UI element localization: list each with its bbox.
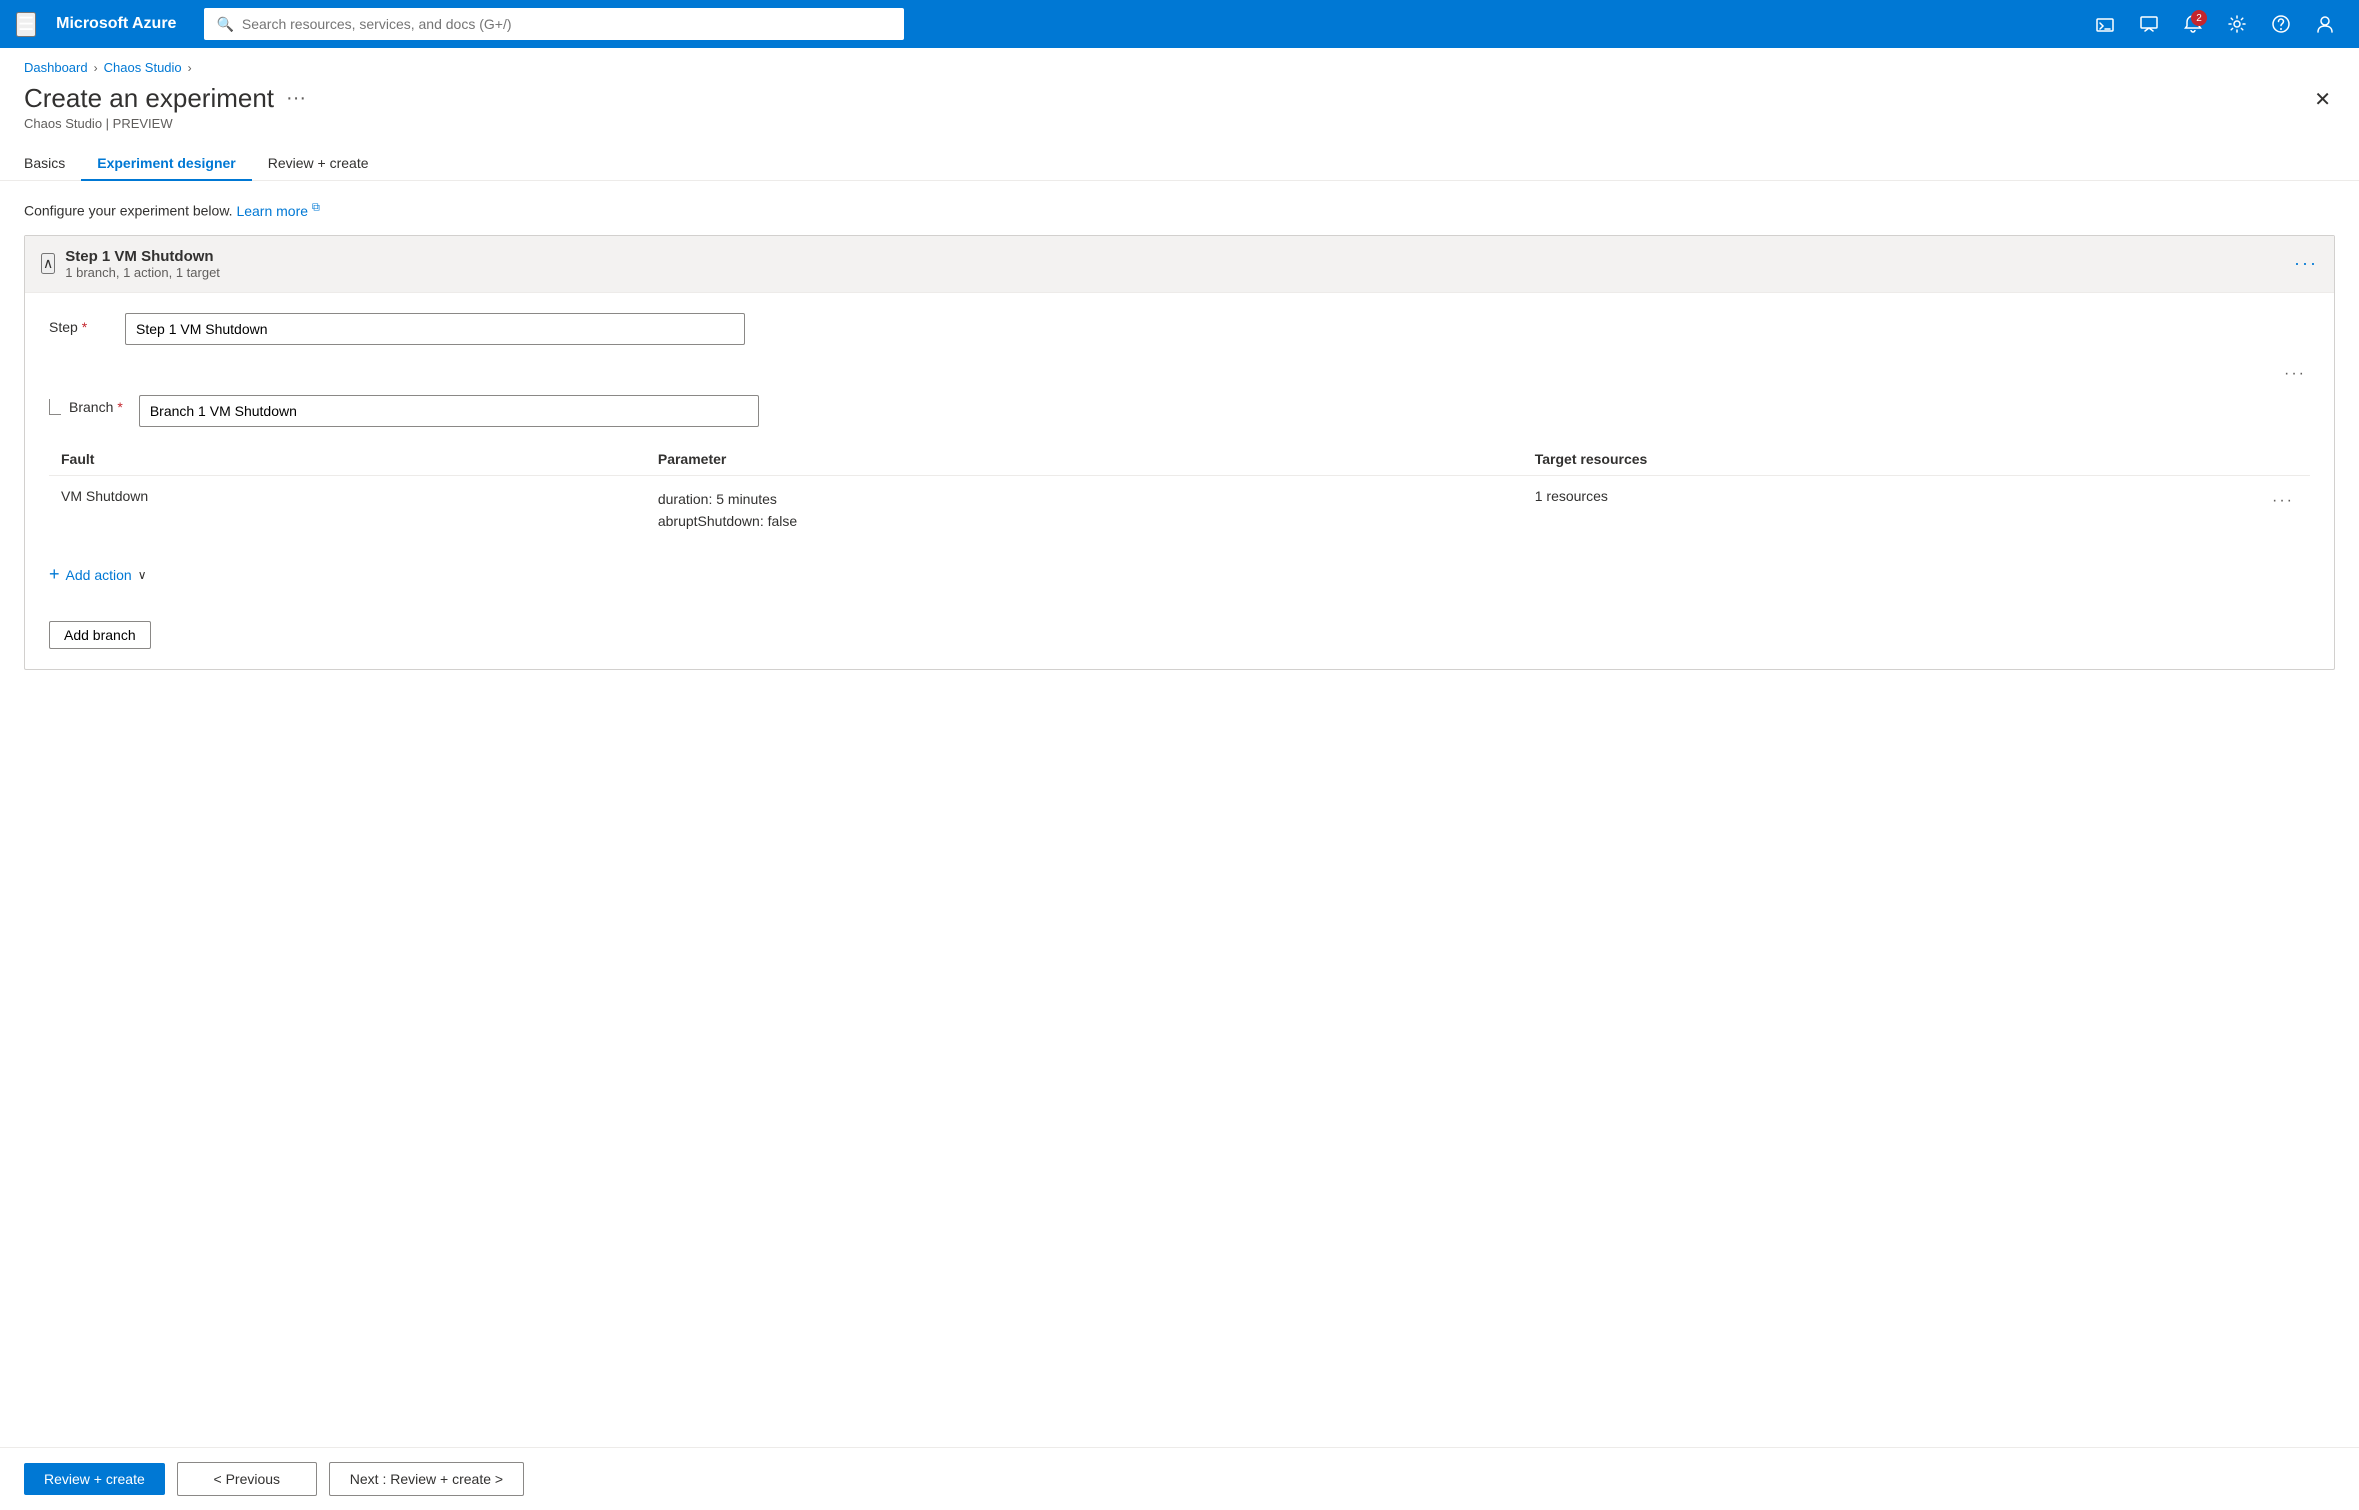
review-create-button[interactable]: Review + create [24, 1463, 165, 1495]
settings-button[interactable] [2219, 6, 2255, 42]
notifications-button[interactable]: 2 [2175, 6, 2211, 42]
step-card: ∧ Step 1 VM Shutdown 1 branch, 1 action,… [24, 235, 2335, 671]
step-more-button[interactable]: ··· [2294, 253, 2318, 274]
add-action-plus-icon: + [49, 564, 60, 585]
target-col-header: Target resources [1523, 443, 2256, 476]
close-button[interactable]: ✕ [2310, 83, 2335, 116]
nav-icon-group: 2 [2087, 6, 2343, 42]
next-button[interactable]: Next : Review + create > [329, 1462, 524, 1496]
step-field-row: Step * [49, 313, 2310, 345]
add-action-label: Add action [66, 567, 132, 583]
page-header: Create an experiment ··· Chaos Studio | … [0, 75, 2359, 131]
row-more-button[interactable]: ··· [2268, 488, 2298, 514]
table-row: VM Shutdown duration: 5 minutes abruptSh… [49, 475, 2310, 544]
hamburger-button[interactable]: ☰ [16, 12, 36, 37]
page-subtitle: Chaos Studio | PREVIEW [24, 116, 306, 131]
branch-more-row: ··· [49, 361, 2310, 387]
help-button[interactable] [2263, 6, 2299, 42]
step-collapse-button[interactable]: ∧ [41, 253, 55, 274]
main-wrapper: Dashboard › Chaos Studio › Create an exp… [0, 48, 2359, 1510]
terminal-icon[interactable] [2087, 6, 2123, 42]
page-title-more-button[interactable]: ··· [286, 87, 306, 110]
tab-review-create[interactable]: Review + create [252, 147, 385, 181]
tab-basics[interactable]: Basics [24, 147, 81, 181]
target-resources-cell: 1 resources [1523, 475, 2256, 544]
top-nav: ☰ Microsoft Azure 🔍 2 [0, 0, 2359, 48]
step-field-label: Step * [49, 313, 109, 335]
content-area: Configure your experiment below. Learn m… [0, 181, 2359, 1447]
tab-bar: Basics Experiment designer Review + crea… [0, 131, 2359, 181]
search-icon: 🔍 [216, 16, 233, 33]
fault-table: Fault Parameter Target resources VM Shut… [49, 443, 2310, 545]
parameter-cell: duration: 5 minutes abruptShutdown: fals… [646, 475, 1523, 544]
notification-badge: 2 [2191, 10, 2207, 26]
branch-name-input[interactable] [139, 395, 759, 427]
actions-col-header [2256, 443, 2310, 476]
step-header: ∧ Step 1 VM Shutdown 1 branch, 1 action,… [25, 236, 2334, 293]
step-header-left: ∧ Step 1 VM Shutdown 1 branch, 1 action,… [41, 248, 220, 280]
branch-options-button[interactable]: ··· [2280, 361, 2310, 387]
step-title-group: Step 1 VM Shutdown 1 branch, 1 action, 1… [65, 248, 220, 280]
footer: Review + create < Previous Next : Review… [0, 1447, 2359, 1510]
brand-label: Microsoft Azure [56, 15, 176, 33]
row-actions-cell: ··· [2256, 475, 2310, 544]
account-button[interactable] [2307, 6, 2343, 42]
step-name-input[interactable] [125, 313, 745, 345]
page-title-group: Create an experiment ··· Chaos Studio | … [24, 83, 306, 131]
fault-col-header: Fault [49, 443, 646, 476]
step-title: Step 1 VM Shutdown [65, 248, 220, 265]
breadcrumb-sep-1: › [94, 61, 98, 75]
feedback-icon[interactable] [2131, 6, 2167, 42]
fault-cell: VM Shutdown [49, 475, 646, 544]
branch-connector-shape [49, 399, 61, 415]
step-subtitle: 1 branch, 1 action, 1 target [65, 265, 220, 280]
breadcrumb: Dashboard › Chaos Studio › [0, 48, 2359, 75]
step-body: Step * ··· Branch * [25, 293, 2334, 670]
tab-experiment-designer[interactable]: Experiment designer [81, 147, 252, 181]
previous-button[interactable]: < Previous [177, 1462, 317, 1496]
add-action-chevron-icon: ∨ [138, 568, 147, 582]
branch-label-group: Branch * [49, 395, 123, 415]
branch-required-star: * [117, 399, 122, 415]
breadcrumb-sep-2: › [188, 61, 192, 75]
search-input[interactable] [242, 16, 893, 32]
breadcrumb-chaos-studio[interactable]: Chaos Studio [104, 60, 182, 75]
search-bar[interactable]: 🔍 [204, 8, 904, 40]
page-title: Create an experiment ··· [24, 83, 306, 114]
add-action-row: + Add action ∨ [49, 560, 2310, 605]
external-link-icon: ⧉ [312, 201, 320, 213]
add-action-button[interactable]: + Add action ∨ [49, 560, 146, 589]
add-branch-button[interactable]: Add branch [49, 621, 151, 649]
step-required-star: * [82, 319, 87, 335]
branch-field-row: Branch * [49, 395, 2310, 427]
breadcrumb-dashboard[interactable]: Dashboard [24, 60, 88, 75]
parameter-col-header: Parameter [646, 443, 1523, 476]
configure-text: Configure your experiment below. Learn m… [24, 201, 2335, 219]
learn-more-link[interactable]: Learn more ⧉ [236, 203, 319, 219]
